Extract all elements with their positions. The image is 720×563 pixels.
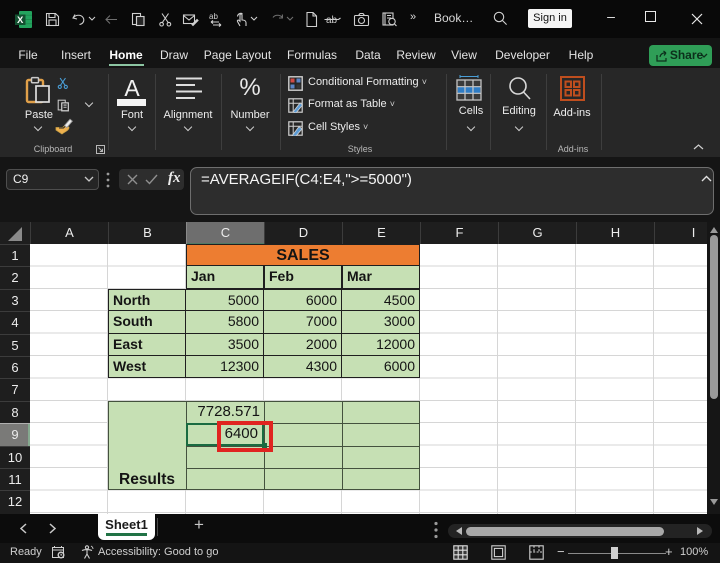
svg-text:X: X	[17, 15, 24, 26]
svg-text:ab: ab	[326, 15, 338, 26]
svg-text:ab: ab	[209, 12, 218, 21]
